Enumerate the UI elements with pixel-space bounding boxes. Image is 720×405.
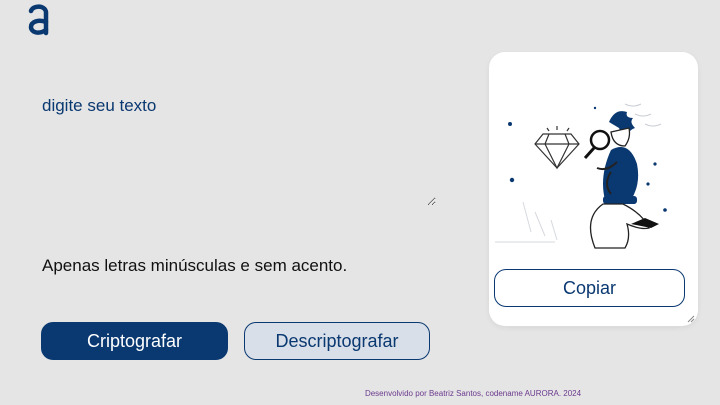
encrypt-button[interactable]: Criptografar (41, 322, 228, 360)
resize-handle-icon[interactable] (687, 315, 695, 323)
footer-credit: Desenvolvido por Beatriz Santos, codenam… (364, 389, 582, 398)
decrypt-button[interactable]: Descriptografar (244, 322, 430, 360)
copy-button[interactable]: Copiar (494, 269, 685, 307)
input-hint: Apenas letras minúsculas e sem acento. (42, 256, 348, 275)
output-panel: Copiar (489, 52, 698, 326)
alura-logo-icon (28, 4, 49, 36)
text-input[interactable] (36, 90, 436, 206)
person-with-magnifier-illustration (495, 103, 667, 249)
